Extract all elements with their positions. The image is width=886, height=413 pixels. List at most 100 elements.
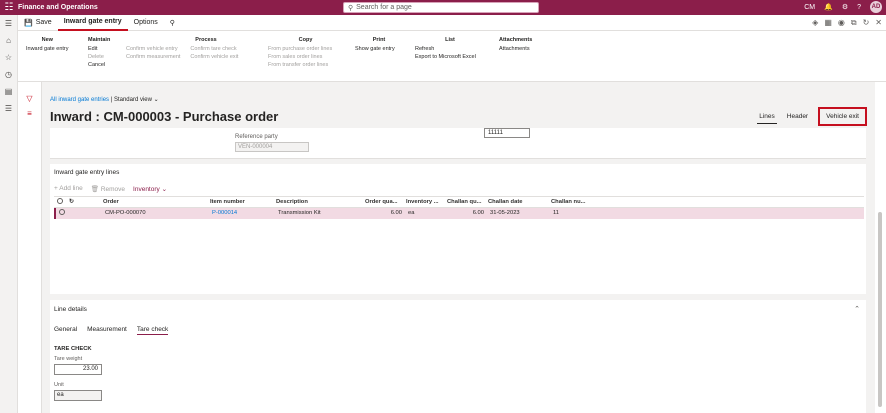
col-description[interactable]: Description: [273, 197, 362, 208]
col-challan-no[interactable]: Challan nu...: [548, 197, 598, 208]
office-icon[interactable]: ◉: [838, 18, 845, 28]
col-order[interactable]: Order: [100, 197, 207, 208]
lines-card: Inward gate entry lines + Add line 🗑 Rem…: [50, 164, 866, 294]
new-inward-gate-entry-button[interactable]: Inward gate entry: [26, 45, 69, 53]
grid-icon[interactable]: ▦: [824, 18, 832, 28]
tab-lines[interactable]: Lines: [757, 110, 777, 124]
save-button[interactable]: 💾 Save: [18, 15, 58, 31]
scrollbar-thumb[interactable]: [878, 212, 882, 407]
copy-sales-order-lines-button[interactable]: From sales order lines: [268, 53, 343, 61]
col-order-qty[interactable]: Order qua...: [362, 197, 403, 208]
cancel-button[interactable]: Cancel: [88, 61, 110, 69]
search-placeholder: Search for a page: [356, 4, 412, 11]
confirm-vehicle-exit-button[interactable]: Confirm vehicle exit: [190, 53, 238, 61]
ribbon: New Inward gate entry Maintain Edit Dele…: [18, 31, 886, 82]
tab-general[interactable]: General: [54, 326, 77, 335]
reference-party-field: VEN-000004: [235, 142, 309, 152]
ribbon-group-print: Print Show gate entry: [355, 37, 403, 53]
view-selector[interactable]: Standard view: [114, 97, 152, 103]
diamond-icon[interactable]: ◈: [812, 18, 818, 28]
close-icon[interactable]: ✕: [875, 18, 882, 28]
delete-button[interactable]: Delete: [88, 53, 110, 61]
cell-item-number[interactable]: P-000014: [209, 208, 275, 219]
col-inventory-unit[interactable]: Inventory ...: [403, 197, 444, 208]
list-icon[interactable]: ☰: [0, 100, 17, 117]
table-row[interactable]: CM-PO-000070 P-000014 Transmission Kit 6…: [54, 208, 864, 219]
remove-button[interactable]: 🗑 Remove: [91, 185, 125, 193]
tab-tare-check[interactable]: Tare check: [136, 326, 169, 335]
col-item-number[interactable]: Item number: [207, 197, 273, 208]
search-icon: ⚲: [348, 4, 354, 12]
collapse-chevron-icon[interactable]: ⌃: [854, 305, 860, 313]
lines-grid: ↻ Order Item number Description Order qu…: [54, 196, 864, 219]
gear-icon[interactable]: ⚙: [842, 3, 848, 11]
line-details-card: Line details ⌃ General Measurement Tare …: [50, 300, 866, 413]
inventory-menu[interactable]: Inventory ⌄: [133, 185, 167, 193]
avatar[interactable]: AD: [870, 1, 882, 13]
chevron-down-icon[interactable]: ⌄: [154, 97, 159, 103]
bell-icon[interactable]: 🔔: [824, 3, 833, 11]
cell-challan-no[interactable]: 11: [550, 208, 600, 219]
confirm-vehicle-entry-button[interactable]: Confirm vehicle entry: [126, 45, 180, 53]
popout-icon[interactable]: ⧉: [851, 18, 857, 28]
cell-challan-date[interactable]: 31-05-2023: [487, 208, 550, 219]
unit-label: Unit: [54, 382, 64, 388]
unit-field: ea: [54, 390, 102, 401]
hamburger-icon[interactable]: ☰: [0, 15, 17, 32]
filter-icon[interactable]: ▽: [18, 94, 41, 103]
action-search-icon[interactable]: ⚲: [164, 15, 181, 31]
refresh-grid-icon[interactable]: ↻: [66, 197, 76, 208]
breadcrumb-link[interactable]: All inward gate entries: [50, 97, 109, 103]
header-field[interactable]: 11111: [484, 128, 530, 138]
search-box[interactable]: ⚲ Search for a page: [343, 2, 539, 13]
tab-header[interactable]: Header: [785, 110, 810, 123]
col-challan-date[interactable]: Challan date: [485, 197, 548, 208]
company-picker[interactable]: CM: [804, 4, 815, 11]
attachments-button[interactable]: Attachments: [499, 45, 532, 53]
app-launcher-icon[interactable]: ☷: [0, 2, 18, 13]
home-icon[interactable]: ⌂: [0, 32, 17, 49]
cell-challan-qty[interactable]: 6.00: [446, 208, 487, 219]
vertical-scrollbar[interactable]: [875, 82, 886, 413]
help-icon[interactable]: ?: [857, 4, 861, 11]
edit-button[interactable]: Edit: [88, 45, 110, 53]
tab-measurement[interactable]: Measurement: [87, 326, 127, 335]
tab-inward-gate-entry[interactable]: Inward gate entry: [57, 15, 128, 31]
tare-weight-label: Tare weight: [54, 356, 83, 362]
view-tabs: Lines Header Vehicle exit: [757, 107, 867, 126]
line-details-tabs: General Measurement Tare check: [54, 326, 169, 335]
grid-header: ↻ Order Item number Description Order qu…: [54, 197, 864, 208]
related-info-icon[interactable]: ≡: [18, 109, 41, 118]
confirm-tare-check-button[interactable]: Confirm tare check: [190, 45, 238, 53]
main-content: All inward gate entries | Standard view …: [42, 82, 875, 413]
refresh-button[interactable]: Refresh: [415, 45, 485, 53]
copy-purchase-order-lines-button[interactable]: From purchase order lines: [268, 45, 343, 53]
add-line-button[interactable]: + Add line: [54, 185, 83, 193]
clock-icon[interactable]: ◷: [0, 66, 17, 83]
star-icon[interactable]: ☆: [0, 49, 17, 66]
cell-inventory-unit[interactable]: ea: [405, 208, 446, 219]
top-bar: ☷ Finance and Operations ⚲ Search for a …: [0, 0, 886, 15]
cell-order[interactable]: CM-PO-000070: [102, 208, 209, 219]
tare-weight-field[interactable]: 23.00: [54, 364, 102, 375]
select-all-radio[interactable]: [54, 197, 66, 208]
trash-icon: 🗑: [90, 186, 99, 193]
tab-options[interactable]: Options: [128, 15, 164, 31]
ribbon-group-new: New Inward gate entry: [26, 37, 69, 53]
export-excel-button[interactable]: Export to Microsoft Excel: [415, 53, 485, 61]
tab-vehicle-exit[interactable]: Vehicle exit: [818, 107, 867, 126]
lines-toolbar: + Add line 🗑 Remove Inventory ⌄: [54, 185, 167, 193]
copy-transfer-order-lines-button[interactable]: From transfer order lines: [268, 61, 343, 69]
filter-pane: ▽ ≡: [18, 82, 42, 413]
cell-description[interactable]: Transmission Kit: [275, 208, 364, 219]
show-gate-entry-button[interactable]: Show gate entry: [355, 45, 403, 53]
refresh-icon[interactable]: ↻: [863, 18, 870, 28]
cell-order-qty[interactable]: 6.00: [364, 208, 405, 219]
col-challan-qty[interactable]: Challan qu...: [444, 197, 485, 208]
page-title: Inward : CM-000003 - Purchase order: [50, 109, 279, 124]
workspace-icon[interactable]: ▤: [0, 83, 17, 100]
row-select-radio[interactable]: [56, 208, 68, 219]
confirm-measurement-button[interactable]: Confirm measurement: [126, 53, 180, 61]
save-icon: 💾: [24, 19, 33, 27]
tare-check-heading: TARE CHECK: [54, 346, 92, 352]
